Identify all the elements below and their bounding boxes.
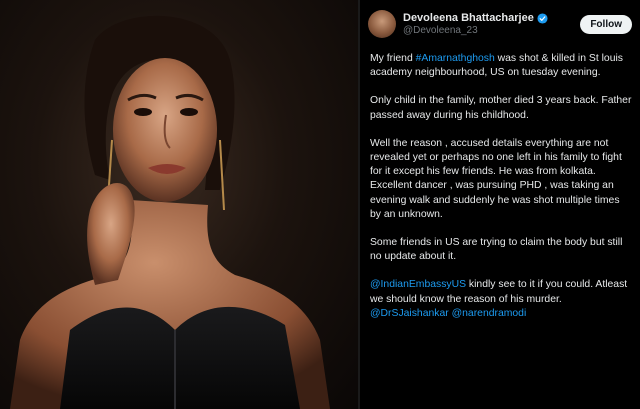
screenshot-frame: Devoleena Bhattacharjee @Devoleena_23 Fo… <box>0 0 640 409</box>
hashtag-link[interactable]: #Amarnathghosh <box>416 53 495 64</box>
author-handle[interactable]: @Devoleena_23 <box>403 25 580 36</box>
tweet-panel: Devoleena Bhattacharjee @Devoleena_23 Fo… <box>360 0 640 409</box>
verified-badge-icon <box>537 12 548 24</box>
tweet-paragraph-1: My friend #Amarnathghosh was shot & kill… <box>370 52 632 80</box>
tweet-paragraph-3: Well the reason , accused details everyt… <box>370 137 622 220</box>
tweet-text: My friend <box>370 53 416 64</box>
tweet-body: My friend #Amarnathghosh was shot & kill… <box>370 52 632 335</box>
tweet-paragraph-5: @IndianEmbassyUS kindly see to it if you… <box>370 278 632 321</box>
woman-portrait-image <box>10 15 330 409</box>
mention-link[interactable]: @IndianEmbassyUS <box>370 279 466 290</box>
display-name-row: Devoleena Bhattacharjee <box>403 12 580 24</box>
follow-button[interactable]: Follow <box>580 14 632 34</box>
tweet-paragraph-4: Some friends in US are trying to claim t… <box>370 237 623 263</box>
tweet-header: Devoleena Bhattacharjee @Devoleena_23 Fo… <box>368 6 632 42</box>
mention-link[interactable]: @DrSJaishankar <box>370 308 449 319</box>
profile-photo <box>0 0 358 409</box>
mention-link[interactable]: @narendramodi <box>452 308 527 319</box>
author-avatar[interactable] <box>368 10 396 38</box>
author-names: Devoleena Bhattacharjee @Devoleena_23 <box>403 12 580 36</box>
author-display-name[interactable]: Devoleena Bhattacharjee <box>403 12 534 24</box>
tweet-paragraph-2: Only child in the family, mother died 3 … <box>370 95 632 121</box>
